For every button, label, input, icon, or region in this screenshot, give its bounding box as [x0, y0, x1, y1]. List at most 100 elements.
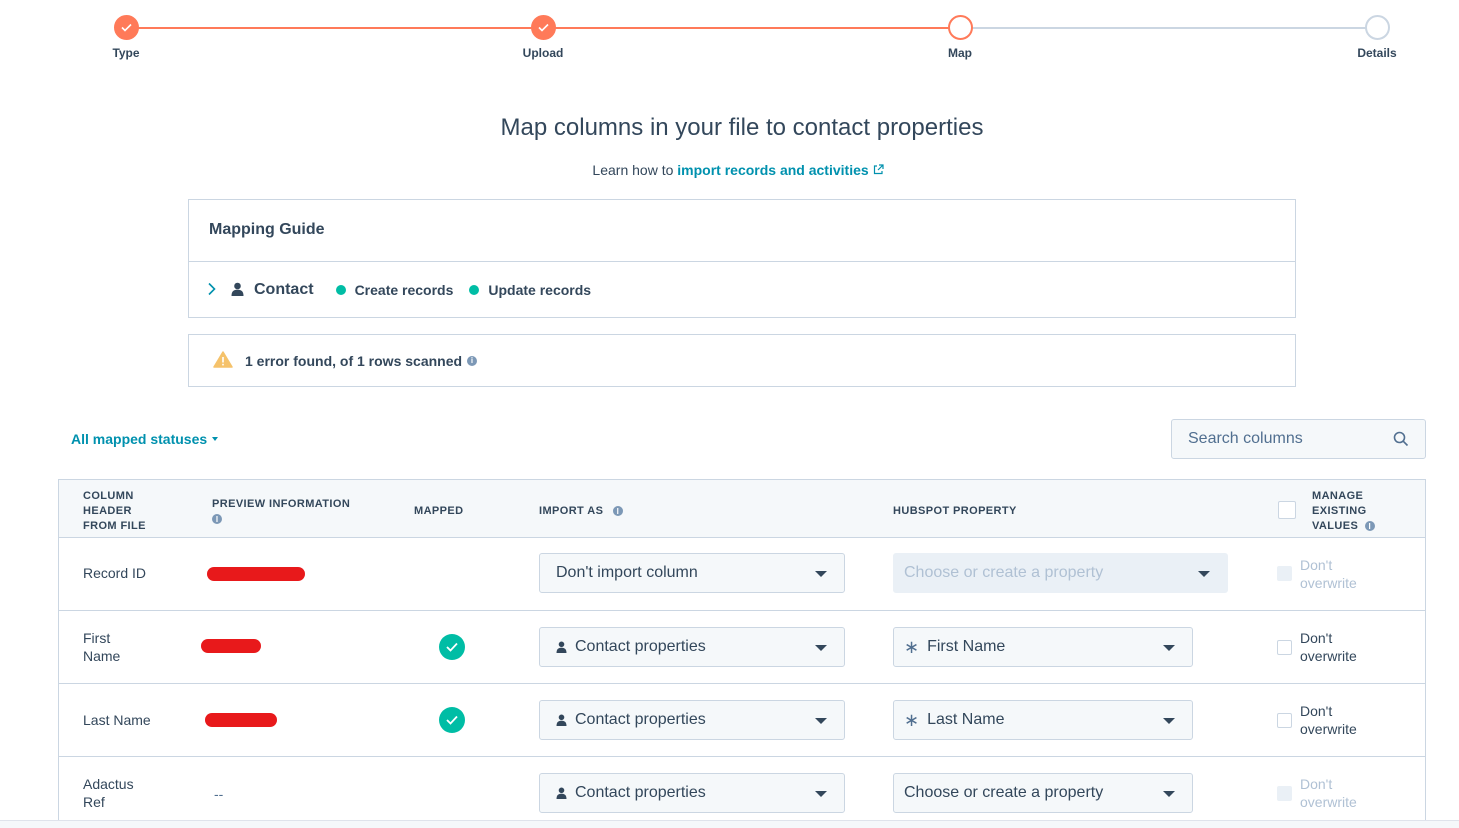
header-preview-label: PREVIEW INFORMATION [212, 498, 351, 510]
hubspot-property-placeholder: Choose or create a property [904, 564, 1104, 581]
search-columns-input[interactable]: Search columns [1171, 419, 1426, 459]
info-icon[interactable]: i [467, 355, 478, 366]
search-icon[interactable] [1393, 431, 1409, 452]
dont-overwrite-checkbox[interactable] [1277, 566, 1292, 581]
dont-overwrite-label: Don't overwrite [1300, 776, 1357, 810]
import-as-value: Contact properties [575, 638, 706, 655]
contact-icon [556, 787, 567, 799]
contact-icon [556, 641, 567, 653]
step-map: Map [920, 15, 1000, 60]
header-preview: PREVIEW INFORMATION i [212, 497, 372, 527]
dont-overwrite-label: Don't overwrite [1300, 703, 1357, 737]
import-docs-link[interactable]: import records and activities [677, 162, 884, 178]
table-header: COLUMN HEADER FROM FILE PREVIEW INFORMAT… [59, 479, 1425, 538]
check-icon [113, 15, 139, 40]
mapping-guide-object: Contact [254, 281, 314, 298]
mapping-guide-card: Mapping Guide Contact Create records Upd… [188, 199, 1296, 318]
contact-icon [556, 714, 567, 726]
column-header-cell: Adactus Ref [83, 776, 134, 810]
status-update: Update records [469, 282, 591, 298]
import-as-value: Contact properties [575, 711, 706, 728]
dont-overwrite-checkbox[interactable] [1277, 786, 1292, 801]
step-label: Details [1357, 46, 1397, 60]
header-manage-existing: MANAGE EXISTING VALUES i [1312, 489, 1387, 534]
header-hubspot-property: HUBSPOT PROPERTY [893, 505, 1017, 517]
error-summary-card: 1 error found, of 1 rows scanned i [188, 334, 1296, 387]
caret-down-icon [1163, 645, 1175, 651]
header-import-as: IMPORT AS i [539, 504, 623, 519]
hubspot-property-value: Last Name [927, 711, 1005, 728]
caret-down-icon [1163, 718, 1175, 724]
redacted-preview [201, 639, 261, 653]
caret-down-icon [1163, 791, 1175, 797]
dont-overwrite-label: Don't overwrite [1300, 557, 1357, 591]
caret-down-icon [815, 645, 827, 651]
caret-down-icon [212, 437, 219, 441]
step-label: Type [112, 46, 140, 60]
pending-step-icon [1364, 15, 1390, 40]
hubspot-property-select[interactable]: ∗ Last Name [893, 700, 1193, 740]
search-placeholder: Search columns [1188, 430, 1303, 447]
import-as-select[interactable]: Contact properties [539, 773, 845, 813]
preview-cell: -- [214, 786, 224, 802]
hubspot-property-placeholder: Choose or create a property [904, 784, 1104, 801]
step-details: Details [1337, 15, 1417, 60]
learn-more-line: Learn how to import records and activiti… [0, 162, 1459, 178]
hubspot-property-value: First Name [927, 638, 1006, 655]
chevron-right-icon[interactable] [207, 282, 217, 299]
current-step-icon [947, 15, 973, 40]
dont-overwrite-checkbox[interactable] [1277, 640, 1292, 655]
column-header-cell: Last Name [83, 712, 151, 728]
caret-down-icon [1198, 571, 1210, 577]
hubspot-property-select[interactable]: ∗ First Name [893, 627, 1193, 667]
stepper-remaining-line [960, 27, 1377, 29]
check-icon [530, 15, 556, 40]
import-as-select[interactable]: Don't import column [539, 553, 845, 593]
hubspot-property-select[interactable]: Choose or create a property [893, 553, 1228, 593]
mapped-status-filter[interactable]: All mapped statuses [71, 431, 219, 447]
import-as-value: Contact properties [575, 784, 706, 801]
mapping-guide-contact-row[interactable]: Contact Create records Update records [189, 262, 1295, 318]
contact-icon [231, 282, 244, 299]
column-header-cell: Record ID [83, 565, 147, 581]
status-create: Create records [335, 282, 453, 298]
info-icon[interactable]: i [612, 506, 623, 517]
step-label: Upload [522, 46, 564, 60]
info-icon[interactable]: i [212, 514, 222, 525]
header-import-as-label: IMPORT AS [539, 505, 604, 517]
mapped-status-filter-label: All mapped statuses [71, 431, 208, 447]
mapped-check-icon [439, 707, 465, 733]
step-type: Type [86, 15, 166, 60]
step-label: Map [948, 46, 972, 60]
page-title: Map columns in your file to contact prop… [500, 114, 984, 141]
column-mapping-table: COLUMN HEADER FROM FILE PREVIEW INFORMAT… [58, 479, 1426, 828]
table-row: Record ID Don't import column Choose or … [59, 538, 1425, 611]
required-asterisk-icon: ∗ [904, 709, 920, 730]
status-label: Update records [488, 282, 592, 298]
dont-overwrite-label: Don't overwrite [1300, 630, 1357, 664]
info-icon[interactable]: i [1364, 521, 1375, 532]
status-dot-icon [335, 285, 346, 295]
caret-down-icon [815, 791, 827, 797]
header-manage-existing-label: MANAGE EXISTING VALUES [1312, 490, 1367, 532]
import-as-value: Don't import column [556, 564, 698, 581]
hubspot-property-select[interactable]: Choose or create a property [893, 773, 1193, 813]
import-as-select[interactable]: Contact properties [539, 627, 845, 667]
redacted-preview [205, 713, 277, 727]
error-summary-text: 1 error found, of 1 rows scanned [245, 352, 463, 369]
mapped-check-icon [439, 634, 465, 660]
status-dot-icon [469, 285, 480, 295]
manage-all-checkbox[interactable] [1278, 501, 1296, 519]
learn-prefix: Learn how to [592, 162, 674, 178]
footer-bar [0, 820, 1459, 828]
redacted-preview [207, 567, 305, 581]
mapping-guide-title: Mapping Guide [189, 200, 1295, 262]
table-row: First Name Contact properties ∗ First Na… [59, 611, 1425, 684]
table-row: Adactus Ref -- Contact properties Choose… [59, 757, 1425, 828]
import-as-select[interactable]: Contact properties [539, 700, 845, 740]
import-docs-link-label: import records and activities [677, 162, 869, 178]
step-upload: Upload [503, 15, 583, 60]
dont-overwrite-checkbox[interactable] [1277, 713, 1292, 728]
header-mapped: MAPPED [414, 505, 464, 517]
column-header-cell: First Name [83, 630, 121, 664]
